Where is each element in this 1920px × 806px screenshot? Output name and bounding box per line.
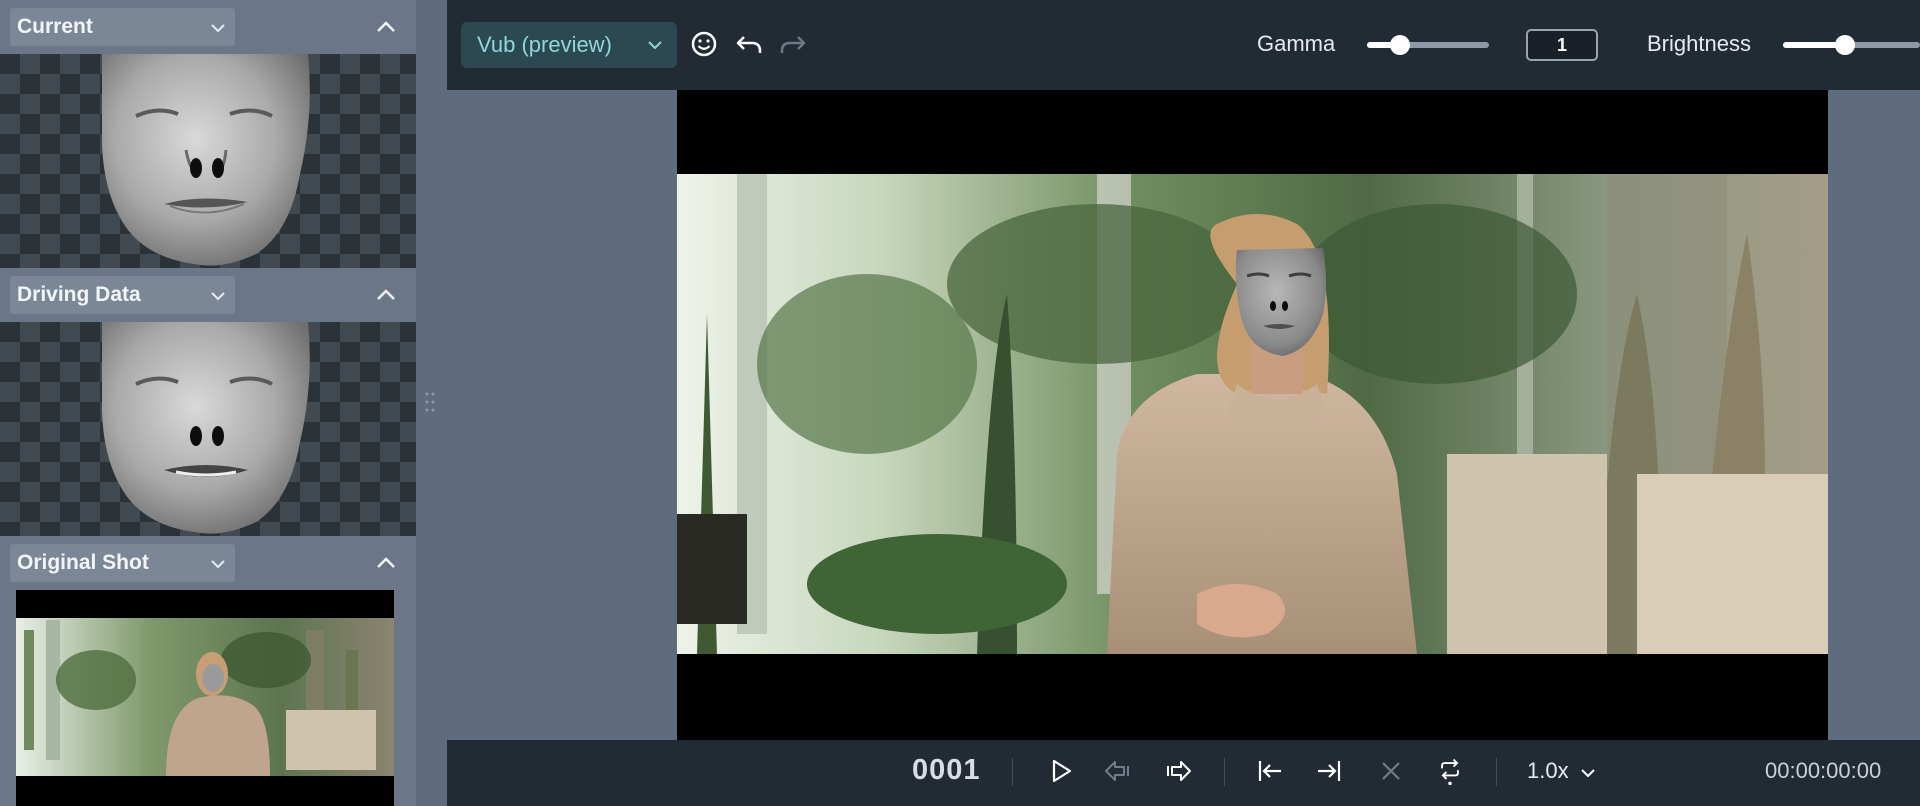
chevron-down-icon <box>1581 769 1595 778</box>
undo-icon[interactable] <box>733 28 765 60</box>
previous-frame-icon[interactable] <box>1102 756 1132 786</box>
top-toolbar: Vub (preview) Gamma 1 Brightness <box>447 0 1920 90</box>
frame-counter[interactable]: 0001 <box>912 754 981 787</box>
current-face-preview <box>0 54 416 268</box>
next-frame-icon[interactable] <box>1164 756 1194 786</box>
video-preview[interactable] <box>677 174 1828 654</box>
original-shot-thumbnail <box>16 590 394 806</box>
brightness-label: Brightness <box>1647 31 1751 56</box>
brightness-slider-thumb[interactable] <box>1835 35 1855 55</box>
chevron-down-icon <box>648 41 662 50</box>
separator <box>1224 758 1225 786</box>
play-icon[interactable] <box>1046 756 1076 786</box>
smiley-face-icon[interactable] <box>688 28 720 60</box>
driving-section-dropdown[interactable]: Driving Data <box>10 276 235 314</box>
face-mesh-render <box>102 322 310 534</box>
driving-face-preview <box>0 322 416 536</box>
gamma-value-input[interactable]: 1 <box>1526 29 1598 61</box>
gamma-label: Gamma <box>1257 31 1336 56</box>
chevron-up-icon[interactable] <box>372 14 400 40</box>
original-section-dropdown[interactable]: Original Shot <box>10 544 235 582</box>
separator <box>1496 758 1497 786</box>
playback-speed-label: 1.0x <box>1527 758 1569 783</box>
separator <box>1012 758 1013 786</box>
mode-dropdown[interactable]: Vub (preview) <box>461 22 677 68</box>
close-icon[interactable] <box>1376 756 1406 786</box>
chevron-up-icon[interactable] <box>372 282 400 308</box>
chevron-down-icon <box>211 560 225 569</box>
driving-section-header: Driving Data <box>0 268 416 322</box>
driving-section-label: Driving Data <box>17 283 141 306</box>
face-mesh-render <box>102 54 310 266</box>
left-panel: Current Driving Data Original Shot <box>0 0 416 806</box>
go-to-end-icon[interactable] <box>1314 756 1344 786</box>
gamma-slider-thumb[interactable] <box>1390 35 1410 55</box>
loop-icon[interactable] <box>1435 756 1465 786</box>
chevron-down-icon <box>211 24 225 33</box>
original-section-header: Original Shot <box>0 536 416 590</box>
current-section-dropdown[interactable]: Current <box>10 8 235 46</box>
chevron-down-icon <box>211 292 225 301</box>
panel-resize-handle[interactable] <box>423 390 437 414</box>
go-to-start-icon[interactable] <box>1255 756 1285 786</box>
current-section-label: Current <box>17 15 93 38</box>
brightness-slider[interactable] <box>1783 35 1920 55</box>
video-frame-image <box>677 174 1828 654</box>
playback-speed-dropdown[interactable]: 1.0x <box>1527 758 1597 784</box>
original-shot-image <box>16 618 394 806</box>
gamma-slider[interactable] <box>1367 35 1489 55</box>
mode-dropdown-label: Vub (preview) <box>477 32 612 57</box>
chevron-up-icon[interactable] <box>372 550 400 576</box>
timecode-display: 00:00:00:00 <box>1765 758 1882 783</box>
original-section-label: Original Shot <box>17 551 149 574</box>
current-section-header: Current <box>0 0 416 54</box>
redo-icon[interactable] <box>777 28 809 60</box>
